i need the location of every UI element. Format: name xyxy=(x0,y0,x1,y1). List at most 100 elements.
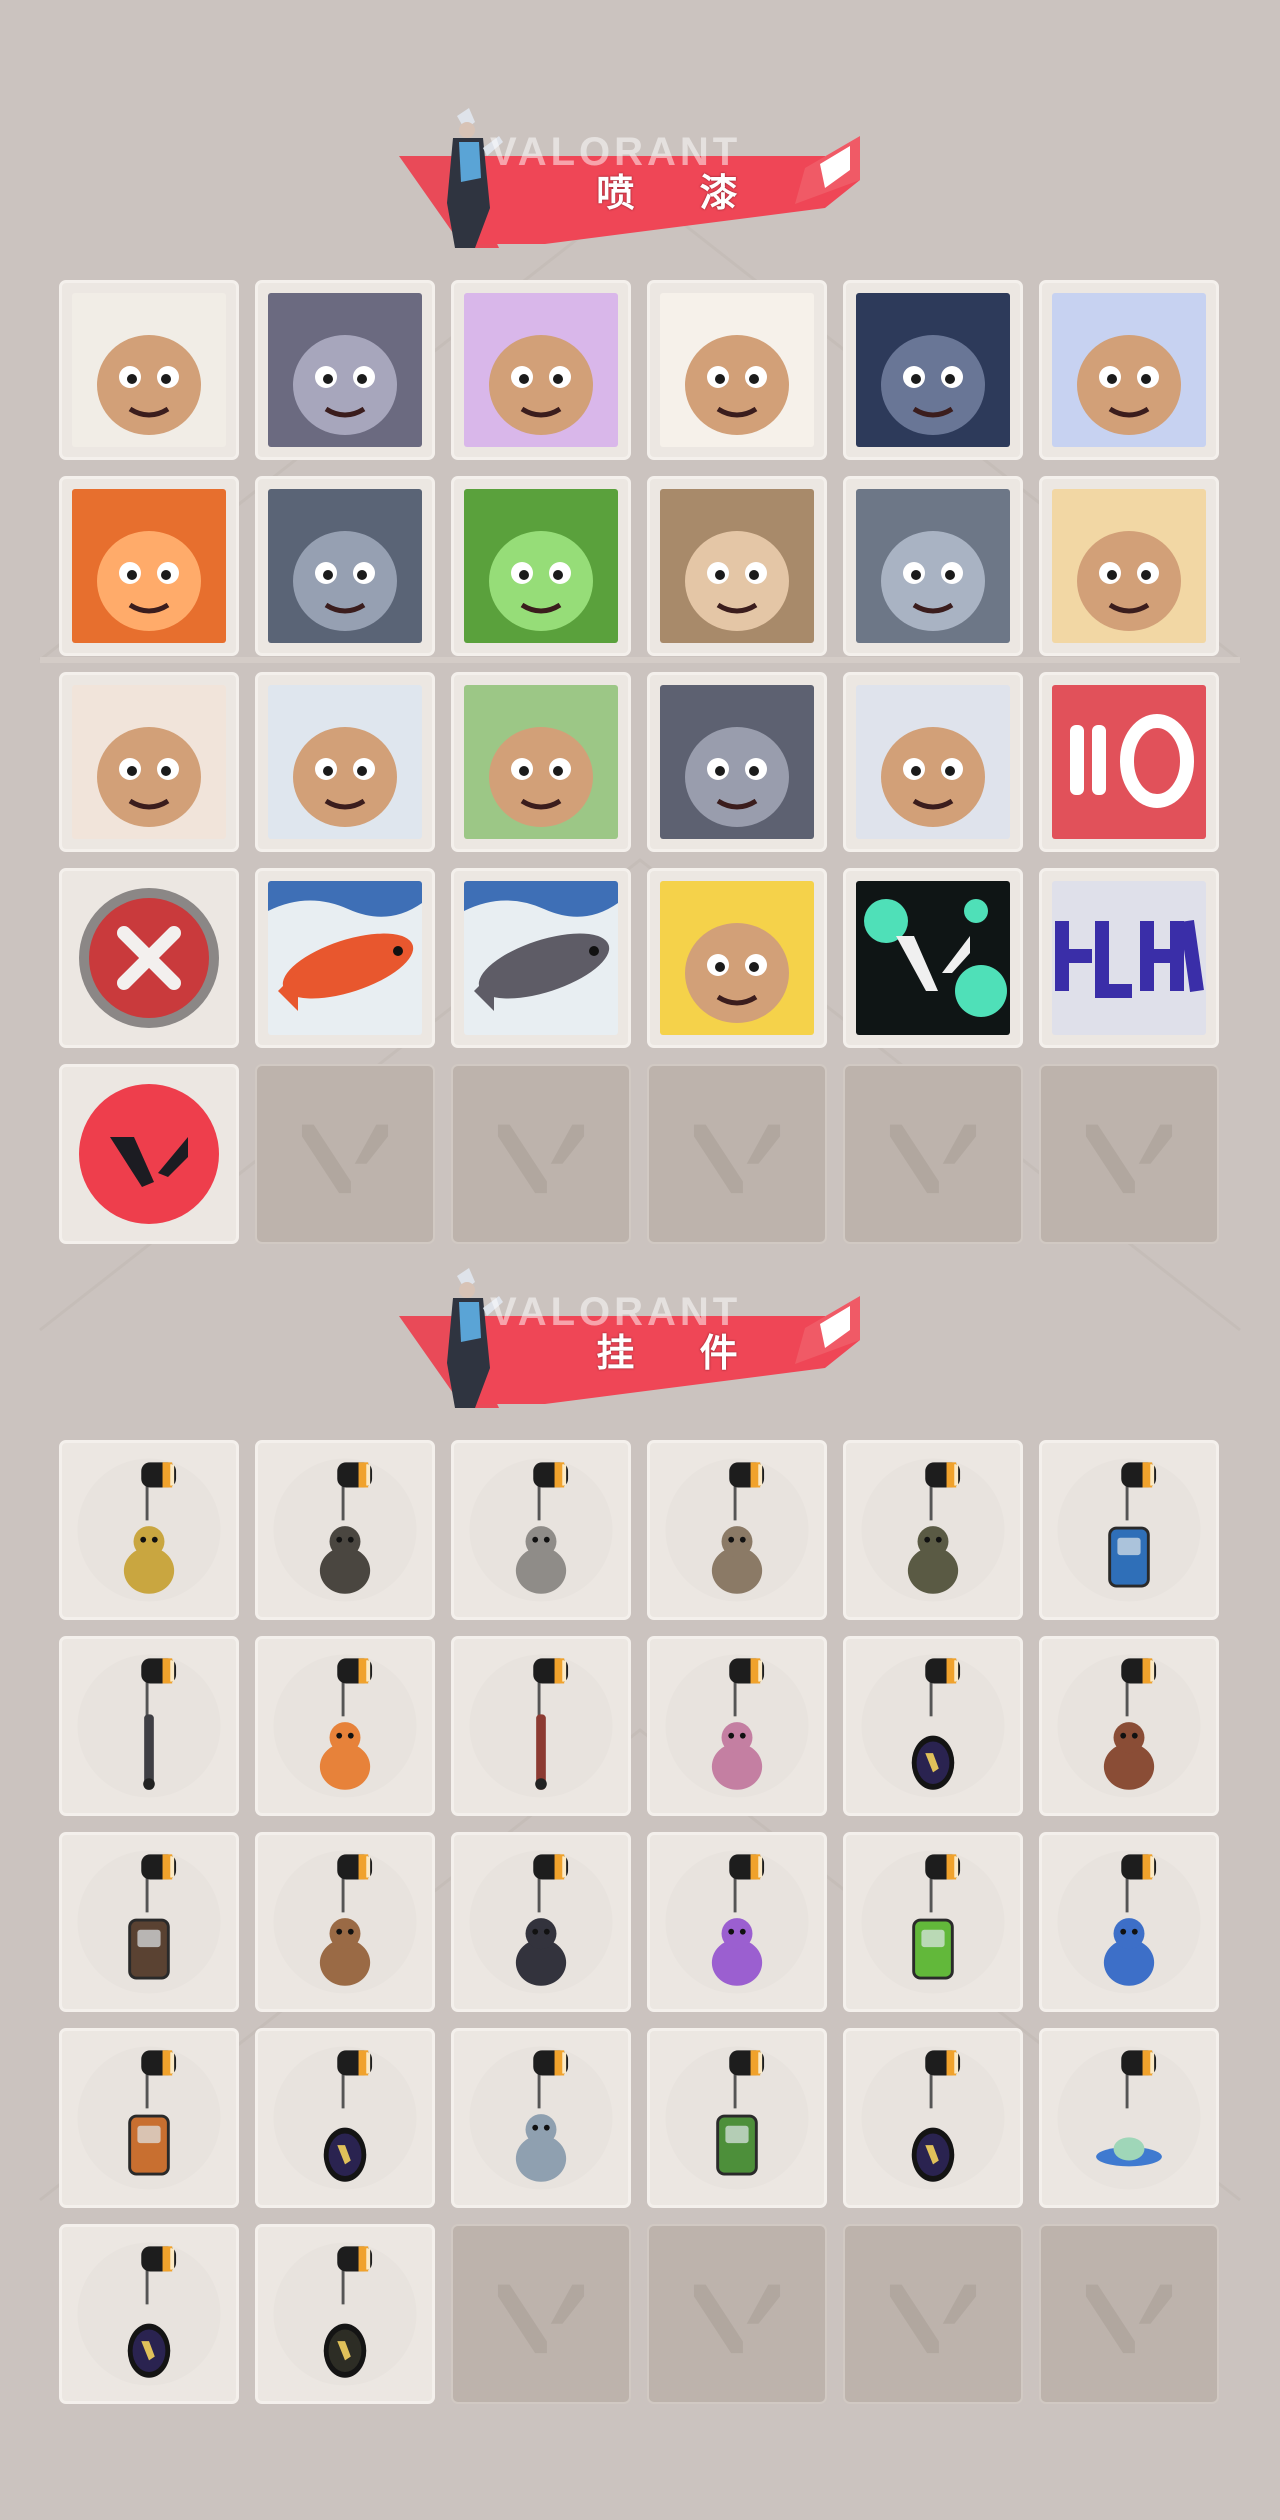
buddy-tile[interactable] xyxy=(451,2028,631,2208)
spray-tile[interactable] xyxy=(59,1064,239,1244)
buddy-tile[interactable] xyxy=(255,1440,435,1620)
spray-tile[interactable] xyxy=(1039,672,1219,852)
spray-tile[interactable] xyxy=(59,868,239,1048)
buddy-tile[interactable] xyxy=(647,1832,827,2012)
buddy-tile[interactable] xyxy=(843,1636,1023,1816)
hooded-agent-spray-icon xyxy=(856,685,1010,839)
buddy-tile[interactable] xyxy=(59,2224,239,2404)
empty-slot xyxy=(1039,2224,1219,2404)
empty-slot xyxy=(843,2224,1023,2404)
crying-creature-spray-icon xyxy=(856,489,1010,643)
gray-cat-spray-icon xyxy=(660,685,814,839)
spray-tile[interactable] xyxy=(255,672,435,852)
spray-tile[interactable] xyxy=(255,476,435,656)
green-eyes-closeup-spray-icon xyxy=(660,489,814,643)
tiger-spray-icon xyxy=(1052,489,1206,643)
spray-tile[interactable] xyxy=(843,868,1023,1048)
spray-tile[interactable] xyxy=(255,868,435,1048)
clown-spray-icon xyxy=(660,293,814,447)
gray-koi-spray-icon xyxy=(464,881,618,1035)
buddy-tile[interactable] xyxy=(59,1636,239,1816)
radio-device-buddy-icon xyxy=(62,1835,236,2009)
empty-slot xyxy=(647,2224,827,2404)
empty-slot xyxy=(843,1064,1023,1244)
spray-tile[interactable] xyxy=(647,280,827,460)
spray-tile[interactable] xyxy=(843,280,1023,460)
spray-tile[interactable] xyxy=(843,476,1023,656)
spray-tile[interactable] xyxy=(255,280,435,460)
braided-cord-buddy-icon xyxy=(454,1639,628,1813)
buddy-tile[interactable] xyxy=(59,1832,239,2012)
buddy-tile[interactable] xyxy=(647,1636,827,1816)
spray-tile[interactable] xyxy=(59,476,239,656)
drone-robot-buddy-icon xyxy=(258,1443,432,1617)
spray-tile[interactable] xyxy=(647,476,827,656)
ep7-medal-buddy-icon xyxy=(62,2227,236,2401)
buddy-tile[interactable] xyxy=(59,1440,239,1620)
buddy-tile[interactable] xyxy=(647,2028,827,2208)
anime-boy-spray-icon xyxy=(268,489,422,643)
spray-tile[interactable] xyxy=(451,672,631,852)
buddy-tile[interactable] xyxy=(451,1636,631,1816)
buddy-tile[interactable] xyxy=(255,1636,435,1816)
ep9-medal-buddy-icon xyxy=(846,1639,1020,1813)
ufo-buddy-icon xyxy=(1042,2031,1216,2205)
spray-tile[interactable] xyxy=(1039,280,1219,460)
red-x-button-spray-icon xyxy=(72,881,226,1035)
spray-tile[interactable] xyxy=(647,868,827,1048)
spray-tile[interactable] xyxy=(451,280,631,460)
flame-chili-buddy-icon xyxy=(258,1639,432,1813)
treasure-chest-buddy-icon xyxy=(454,1443,628,1617)
buddy-tile[interactable] xyxy=(255,2224,435,2404)
green-gameboy-buddy-icon xyxy=(846,1835,1020,2009)
penguin-beanie-spray-icon xyxy=(268,685,422,839)
empty-slot xyxy=(647,1064,827,1244)
grenade-pouch-buddy-icon xyxy=(846,1443,1020,1617)
spray-tile[interactable] xyxy=(1039,476,1219,656)
buddy-tile[interactable] xyxy=(1039,1636,1219,1816)
buddy-tile[interactable] xyxy=(843,1440,1023,1620)
cupcake-buddy-icon xyxy=(650,1639,824,1813)
battery-canister-buddy-icon xyxy=(1042,1443,1216,1617)
empty-slot xyxy=(1039,1064,1219,1244)
section-title-sprays: 喷 漆 xyxy=(596,171,764,215)
witch-doll-buddy-icon xyxy=(454,1835,628,2009)
buddy-tile[interactable] xyxy=(451,1440,631,1620)
spray-tile[interactable] xyxy=(59,280,239,460)
valorant-coin-buddy-icon xyxy=(258,2227,432,2401)
bearded-agent-spray-icon xyxy=(72,489,226,643)
agent-card-buddy-icon xyxy=(454,2031,628,2205)
woman-face-spray-icon xyxy=(72,685,226,839)
ep9-medal-buddy-icon xyxy=(258,2031,432,2205)
valorant-logo-splatter-spray-icon xyxy=(856,881,1010,1035)
buddy-tile[interactable] xyxy=(843,1832,1023,2012)
armored-critter-buddy-icon xyxy=(650,1443,824,1617)
buddies-grid xyxy=(59,1440,1221,2405)
purple-ghost-spray-icon xyxy=(464,293,618,447)
spray-tile[interactable] xyxy=(843,672,1023,852)
buddy-tile[interactable] xyxy=(451,1832,631,2012)
ep9-medal-buddy-icon xyxy=(846,2031,1020,2205)
buddy-tile[interactable] xyxy=(1039,1832,1219,2012)
spray-tile[interactable] xyxy=(451,476,631,656)
buddy-tile[interactable] xyxy=(1039,1440,1219,1620)
orange-koi-spray-icon xyxy=(268,881,422,1035)
spray-tile[interactable] xyxy=(451,868,631,1048)
buddy-tile[interactable] xyxy=(255,2028,435,2208)
spray-tile[interactable] xyxy=(1039,868,1219,1048)
red-valorant-logo-spray-icon xyxy=(72,1077,226,1231)
buddy-tile[interactable] xyxy=(647,1440,827,1620)
buddy-tile[interactable] xyxy=(255,1832,435,2012)
spray-tile[interactable] xyxy=(59,672,239,852)
green-crate-spray-icon xyxy=(464,489,618,643)
buddy-tile[interactable] xyxy=(1039,2028,1219,2208)
orange-dial-spray-icon xyxy=(856,293,1010,447)
buddy-tile[interactable] xyxy=(59,2028,239,2208)
pistol-chick-spray-icon xyxy=(660,881,814,1035)
spray-tile[interactable] xyxy=(647,672,827,852)
empty-slot xyxy=(255,1064,435,1244)
pixel-agent-spray-icon xyxy=(72,293,226,447)
buddy-tile[interactable] xyxy=(843,2028,1023,2208)
robot-face-spray-icon xyxy=(268,293,422,447)
teddy-bear-bell-buddy-icon xyxy=(1042,1639,1216,1813)
